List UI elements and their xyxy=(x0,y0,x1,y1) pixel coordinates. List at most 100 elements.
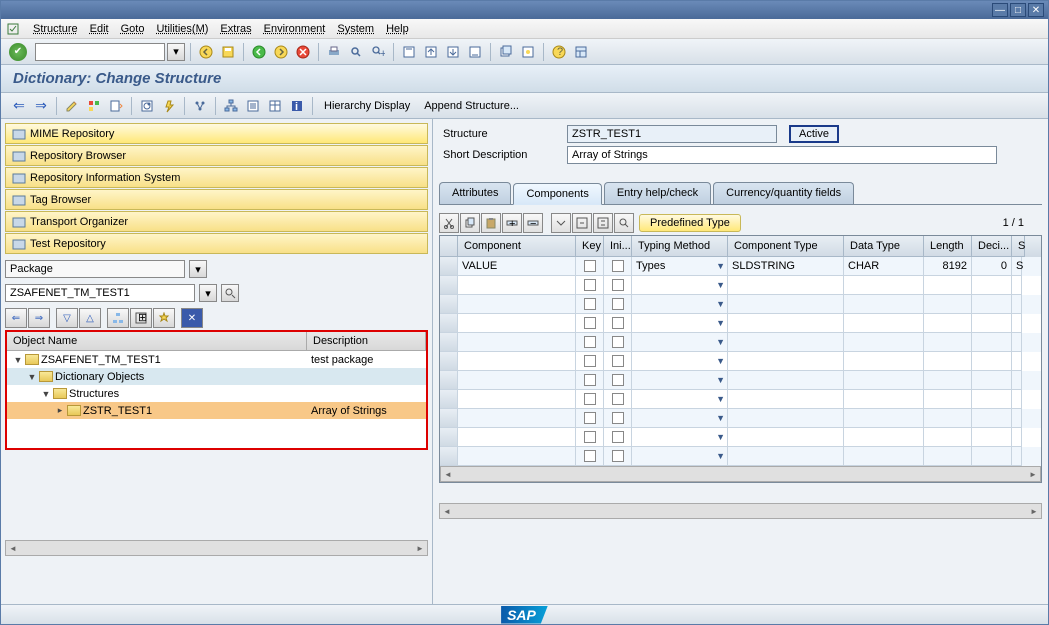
menu-help[interactable]: Help xyxy=(380,21,415,37)
grid-col-header[interactable]: Ini... xyxy=(604,236,632,257)
find-next-icon[interactable]: + xyxy=(368,42,388,62)
grid-col-header[interactable]: Typing Method xyxy=(632,236,728,257)
package-value-input[interactable]: ZSAFENET_TM_TEST1 xyxy=(5,284,195,302)
grid-inner-scroll-h[interactable] xyxy=(440,466,1041,482)
first-page-icon[interactable] xyxy=(399,42,419,62)
init-checkbox[interactable] xyxy=(612,336,624,348)
info-icon[interactable]: i xyxy=(287,96,307,116)
init-checkbox[interactable] xyxy=(612,412,624,424)
insert-row-icon[interactable]: + xyxy=(502,213,522,233)
search-help-icon[interactable] xyxy=(614,213,634,233)
expand-all-icon[interactable] xyxy=(551,213,571,233)
expand-icon[interactable]: ▼ xyxy=(41,389,51,399)
expand-icon[interactable]: ▸ xyxy=(55,405,65,416)
last-page-icon[interactable] xyxy=(465,42,485,62)
activate-other-icon[interactable] xyxy=(84,96,104,116)
new-session-icon[interactable] xyxy=(496,42,516,62)
append-structure-button[interactable]: Append Structure... xyxy=(418,98,525,114)
tree-hierarchy-button[interactable] xyxy=(107,308,129,328)
init-checkbox[interactable] xyxy=(612,317,624,329)
expand-icon[interactable]: ▼ xyxy=(27,372,37,382)
tab-components[interactable]: Components xyxy=(513,183,601,205)
init-checkbox[interactable] xyxy=(612,355,624,367)
prev-page-icon[interactable] xyxy=(421,42,441,62)
tree-fwd-button[interactable]: ⇒ xyxy=(28,308,50,328)
find-icon[interactable] xyxy=(346,42,366,62)
collapse-all-icon[interactable] xyxy=(572,213,592,233)
package-history-button[interactable]: ▾ xyxy=(199,284,217,302)
nav-exit-icon[interactable] xyxy=(271,42,291,62)
cancel-icon[interactable] xyxy=(293,42,313,62)
grid-row-empty[interactable]: ▼ xyxy=(440,295,1041,314)
tab-entryhelpcheck[interactable]: Entry help/check xyxy=(604,182,711,204)
command-history-button[interactable]: ▾ xyxy=(167,43,185,61)
init-checkbox[interactable] xyxy=(612,393,624,405)
menu-system[interactable]: System xyxy=(331,21,380,37)
delete-row-icon[interactable]: − xyxy=(523,213,543,233)
nav-mime[interactable]: MIME Repository xyxy=(5,123,428,144)
init-checkbox[interactable] xyxy=(612,431,624,443)
tree-close-button[interactable]: ✕ xyxy=(181,308,203,328)
help-icon[interactable]: ? xyxy=(549,42,569,62)
tab-currencyquantityfields[interactable]: Currency/quantity fields xyxy=(713,182,854,204)
arrow-left-icon[interactable]: ⇐ xyxy=(9,96,29,116)
predefined-type-button[interactable]: Predefined Type xyxy=(639,214,741,232)
short-desc-input[interactable] xyxy=(567,146,997,164)
grid-col-header[interactable]: Data Type xyxy=(844,236,924,257)
nav-info[interactable]: Repository Information System xyxy=(5,167,428,188)
grid-row-empty[interactable]: ▼ xyxy=(440,390,1041,409)
nav-repo[interactable]: Repository Browser xyxy=(5,145,428,166)
init-checkbox[interactable] xyxy=(612,260,624,272)
right-scroll-h[interactable] xyxy=(439,503,1042,519)
command-field[interactable] xyxy=(35,43,165,61)
menu-icon[interactable] xyxy=(7,22,23,36)
save-icon[interactable] xyxy=(218,42,238,62)
key-checkbox[interactable] xyxy=(584,317,596,329)
where-used-icon[interactable] xyxy=(190,96,210,116)
menu-extras[interactable]: Extras xyxy=(214,21,257,37)
check-icon[interactable] xyxy=(137,96,157,116)
package-display-button[interactable] xyxy=(221,284,239,302)
grid-row[interactable]: VALUE Types▼ SLDSTRING CHAR 8192 0 S xyxy=(440,257,1041,276)
print-icon[interactable] xyxy=(324,42,344,62)
tree-favorites-button[interactable] xyxy=(153,308,175,328)
grid-col-header[interactable]: Length xyxy=(924,236,972,257)
left-scroll-h[interactable] xyxy=(5,540,428,556)
back-icon[interactable] xyxy=(196,42,216,62)
grid-col-header[interactable]: Key xyxy=(576,236,604,257)
init-checkbox[interactable] xyxy=(612,450,624,462)
shortcut-icon[interactable] xyxy=(518,42,538,62)
tab-attributes[interactable]: Attributes xyxy=(439,182,511,204)
menu-edit[interactable]: Edit xyxy=(84,21,115,37)
tree-up-button[interactable]: ▽ xyxy=(56,308,78,328)
key-checkbox[interactable] xyxy=(584,393,596,405)
key-checkbox[interactable] xyxy=(584,260,596,272)
edit-mode-icon[interactable] xyxy=(62,96,82,116)
tree-row[interactable]: ▸ ZSTR_TEST1 Array of Strings xyxy=(7,402,426,419)
init-checkbox[interactable] xyxy=(612,298,624,310)
package-dropdown-button[interactable]: ▾ xyxy=(189,260,207,278)
grid-row-empty[interactable]: ▼ xyxy=(440,333,1041,352)
grid-col-header[interactable]: Deci... xyxy=(972,236,1012,257)
hierarchy-icon[interactable] xyxy=(221,96,241,116)
nav-transport[interactable]: Transport Organizer xyxy=(5,211,428,232)
grid-row-empty[interactable]: ▼ xyxy=(440,371,1041,390)
grid-row-empty[interactable]: ▼ xyxy=(440,352,1041,371)
maximize-button[interactable]: □ xyxy=(1010,3,1026,17)
cut-icon[interactable] xyxy=(439,213,459,233)
tree-top-button[interactable]: △ xyxy=(79,308,101,328)
menu-goto[interactable]: Goto xyxy=(115,21,151,37)
grid-row-empty[interactable]: ▼ xyxy=(440,447,1041,466)
nav-tag[interactable]: Tag Browser xyxy=(5,189,428,210)
menu-utilitiesm[interactable]: Utilities(M) xyxy=(150,21,214,37)
tree-row[interactable]: ▼ Dictionary Objects xyxy=(7,368,426,385)
key-checkbox[interactable] xyxy=(584,336,596,348)
key-checkbox[interactable] xyxy=(584,374,596,386)
grid-col-header[interactable]: Component Type xyxy=(728,236,844,257)
grid-row-empty[interactable]: ▼ xyxy=(440,428,1041,447)
enter-button[interactable]: ✔ xyxy=(9,43,27,61)
grid-row-empty[interactable]: ▼ xyxy=(440,409,1041,428)
grid-row-empty[interactable]: ▼ xyxy=(440,276,1041,295)
paste-icon[interactable] xyxy=(481,213,501,233)
tree-row[interactable]: ▼ Structures xyxy=(7,385,426,402)
